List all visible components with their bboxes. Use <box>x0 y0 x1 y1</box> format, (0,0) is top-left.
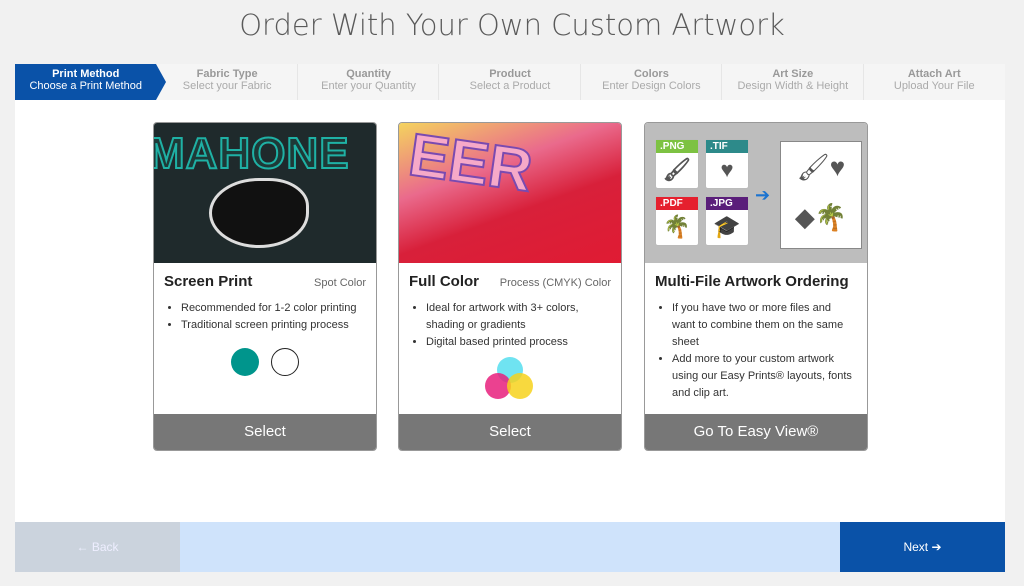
step-quantity[interactable]: Quantity Enter your Quantity <box>298 64 440 100</box>
graduation-cap-icon: 🎓 <box>713 214 741 239</box>
bullet: Recommended for 1-2 color printing <box>181 300 366 317</box>
bullet: Traditional screen printing process <box>181 317 366 334</box>
screen-print-image: MAHONE <box>154 123 376 263</box>
step-product[interactable]: Product Select a Product <box>439 64 582 100</box>
step-title: Colors <box>633 68 669 80</box>
page-title: Order With Your Own Custom Artwork <box>239 8 785 42</box>
step-art-size[interactable]: Art Size Design Width & Height <box>722 64 864 100</box>
hearts-icon: ♥ <box>720 157 734 182</box>
card-title: Full Color <box>409 273 479 290</box>
file-label: .JPG <box>706 197 748 210</box>
card-title: Multi-File Artwork Ordering <box>655 273 849 290</box>
step-sub: Enter your Quantity <box>321 80 416 92</box>
step-attach-art[interactable]: Attach Art Upload Your File <box>864 64 1005 100</box>
multi-file-card: .PNG 🖌 .TIF ♥ .PDF 🌴 .JPG 🎓 ➔ 🖌♥ ◆🌴 Multi-Fil… <box>644 122 868 451</box>
combined-sheet-icon: 🖌♥ ◆🌴 <box>780 141 862 249</box>
step-title: Print Method <box>52 68 120 80</box>
arrow-right-icon: ➔ <box>755 185 771 205</box>
step-sub: Upload Your File <box>893 80 975 92</box>
main-content: MAHONE Screen Print Spot Color Recommende… <box>15 100 1005 522</box>
card-subtitle: Spot Color <box>314 277 366 289</box>
file-label: .TIF <box>706 140 748 153</box>
teal-swatch-icon <box>231 348 259 376</box>
full-color-image: EER <box>399 123 621 263</box>
step-sub: Choose a Print Method <box>29 80 142 92</box>
card-subtitle: Process (CMYK) Color <box>499 277 611 289</box>
palm-tree-icon: 🌴 <box>663 214 691 239</box>
image-text: MAHONE <box>154 128 350 179</box>
paint-roller-icon: 🖌 <box>663 157 691 182</box>
screen-print-select-button[interactable]: Select <box>154 414 376 450</box>
footer-nav: ← Back Next ➔ <box>15 522 1005 572</box>
bullet: Add more to your custom artwork using ou… <box>672 351 857 402</box>
panther-icon <box>209 178 309 248</box>
back-button[interactable]: ← Back <box>15 522 180 572</box>
screen-print-card: MAHONE Screen Print Spot Color Recommende… <box>153 122 377 451</box>
card-title: Screen Print <box>164 273 253 290</box>
step-sub: Select a Product <box>469 80 551 92</box>
step-title: Attach Art <box>907 68 961 80</box>
easy-view-button[interactable]: Go To Easy View® <box>645 414 867 450</box>
bullet: Ideal for artwork with 3+ colors, shadin… <box>426 300 611 334</box>
file-label: .PNG <box>656 140 698 153</box>
step-colors[interactable]: Colors Enter Design Colors <box>581 64 723 100</box>
step-sub: Enter Design Colors <box>602 80 701 92</box>
bullet: If you have two or more files and want t… <box>672 300 857 351</box>
step-title: Product <box>489 68 531 80</box>
image-text: EER <box>404 123 537 205</box>
bullet: Digital based printed process <box>426 334 611 351</box>
step-title: Fabric Type <box>196 68 258 80</box>
full-color-select-button[interactable]: Select <box>399 414 621 450</box>
next-button[interactable]: Next ➔ <box>840 522 1005 572</box>
step-print-method[interactable]: Print Method Choose a Print Method <box>15 64 167 100</box>
file-label: .PDF <box>656 197 698 210</box>
step-sub: Select your Fabric <box>182 80 272 92</box>
step-fabric-type[interactable]: Fabric Type Select your Fabric <box>156 64 299 100</box>
step-title: Art Size <box>772 68 814 80</box>
step-title: Quantity <box>346 68 391 80</box>
white-swatch-icon <box>271 348 299 376</box>
cmyk-icon <box>485 357 535 403</box>
step-sub: Design Width & Height <box>737 80 849 92</box>
progress-stepper: Print Method Choose a Print Method Fabric… <box>15 64 1005 100</box>
multi-file-image: .PNG 🖌 .TIF ♥ .PDF 🌴 .JPG 🎓 ➔ 🖌♥ ◆🌴 <box>645 123 867 263</box>
full-color-card: EER Full Color Process (CMYK) Color Ideal… <box>398 122 622 451</box>
